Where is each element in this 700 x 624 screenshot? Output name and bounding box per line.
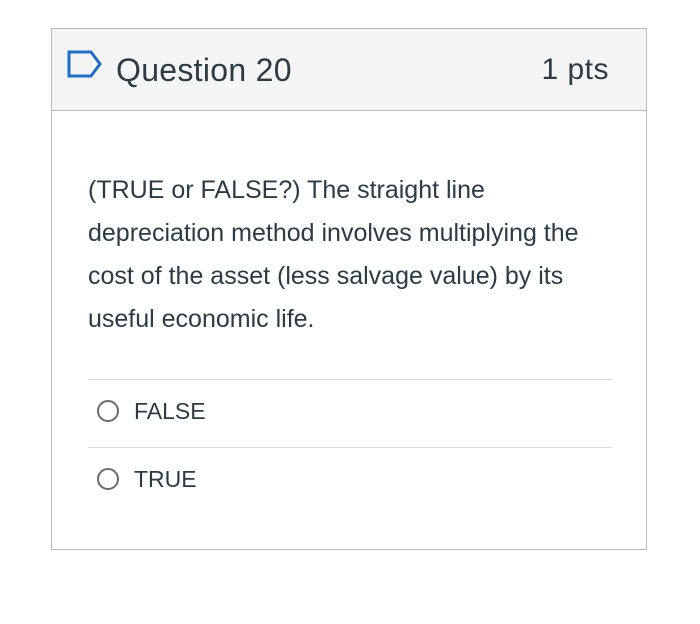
- radio-button[interactable]: [97, 468, 119, 490]
- question-points: 1 pts: [541, 53, 609, 86]
- answer-label[interactable]: TRUE: [134, 464, 197, 494]
- question-header: Question 20 1 pts: [52, 29, 646, 111]
- answer-label[interactable]: FALSE: [134, 396, 206, 426]
- answer-option-true[interactable]: TRUE: [88, 447, 612, 515]
- question-text: (TRUE or FALSE?) The straight line depre…: [88, 176, 579, 333]
- answer-list: FALSE TRUE: [88, 379, 612, 515]
- question-title: Question 20: [116, 52, 292, 88]
- answer-option-false[interactable]: FALSE: [88, 379, 612, 447]
- flag-icon[interactable]: [67, 50, 103, 78]
- radio-button[interactable]: [97, 400, 119, 422]
- question-card: Question 20 1 pts (TRUE or FALSE?) The s…: [51, 28, 647, 550]
